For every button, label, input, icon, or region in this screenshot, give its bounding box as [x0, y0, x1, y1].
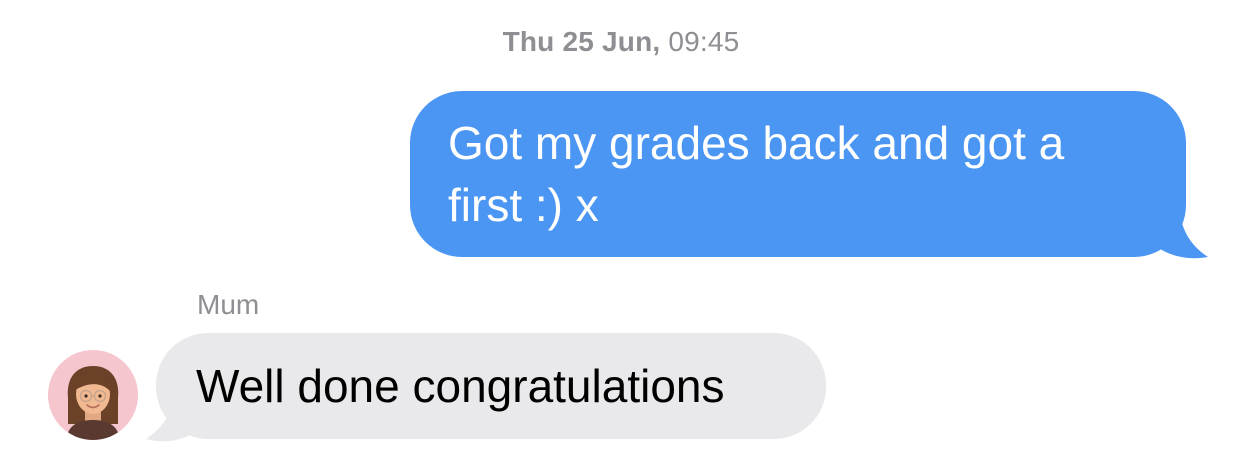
- incoming-bubble[interactable]: Well done congratulations: [156, 333, 826, 439]
- avatar[interactable]: [48, 350, 138, 440]
- outgoing-bubble[interactable]: Got my grades back and got a first :) x: [410, 91, 1186, 257]
- sender-name: Mum: [197, 289, 260, 320]
- outgoing-text-line-1: Got my grades back and got a: [448, 117, 1065, 169]
- outgoing-text-line-2: first :) x: [448, 179, 599, 231]
- timestamp-day: Thu 25 Jun,: [502, 26, 661, 57]
- incoming-text: Well done congratulations: [196, 360, 725, 412]
- incoming-message[interactable]: Well done congratulations: [146, 333, 826, 442]
- memoji-avatar-icon: [48, 350, 138, 440]
- message-timestamp: Thu 25 Jun, 09:45: [0, 26, 1242, 58]
- outgoing-message[interactable]: Got my grades back and got a first :) x: [410, 91, 1208, 259]
- timestamp-time: 09:45: [668, 26, 740, 57]
